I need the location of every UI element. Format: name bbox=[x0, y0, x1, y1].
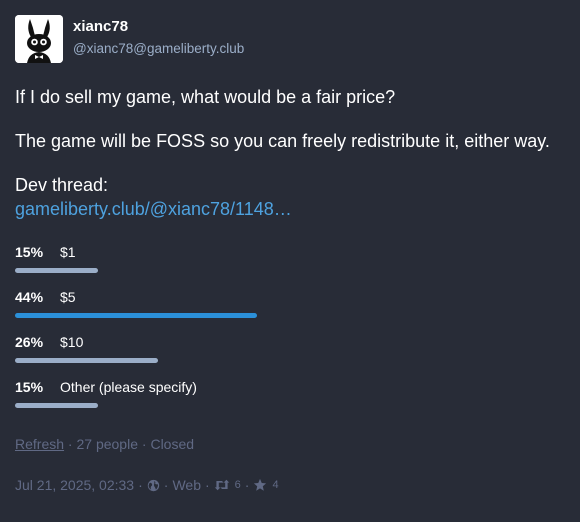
dev-thread-link[interactable]: gameliberty.club/@xianc78/1148… bbox=[15, 199, 292, 219]
account-handle[interactable]: @xianc78@gameliberty.club bbox=[73, 39, 244, 59]
favourite-count: 4 bbox=[272, 479, 279, 491]
status-meta: Jul 21, 2025, 02:33 · · Web · 6 · 4 bbox=[15, 475, 565, 495]
poll-option-bar bbox=[15, 403, 98, 408]
separator: · bbox=[205, 477, 210, 493]
rabbit-avatar-icon bbox=[15, 15, 63, 63]
status-header: xianc78 @xianc78@gameliberty.club bbox=[15, 15, 565, 63]
separator: · bbox=[67, 436, 73, 452]
dev-thread-label: Dev thread: bbox=[15, 175, 109, 195]
separator: · bbox=[141, 436, 147, 452]
separator: · bbox=[138, 477, 143, 493]
status-timestamp[interactable]: Jul 21, 2025, 02:33 bbox=[15, 475, 134, 495]
poll-option: 26% $10 bbox=[15, 332, 565, 377]
poll-option-bar bbox=[15, 313, 257, 318]
poll-option: 44% $5 bbox=[15, 287, 565, 332]
separator: · bbox=[244, 477, 250, 493]
author-names: xianc78 @xianc78@gameliberty.club bbox=[73, 15, 244, 59]
poll-option-label: Other (please specify) bbox=[60, 379, 197, 395]
poll: 15% $1 44% $5 26% $10 15% Other (please … bbox=[15, 242, 565, 454]
separator: · bbox=[163, 477, 169, 493]
content-paragraph-2: The game will be FOSS so you can freely … bbox=[15, 131, 550, 151]
display-name[interactable]: xianc78 bbox=[73, 16, 244, 38]
status-content: If I do sell my game, what would be a fa… bbox=[15, 85, 565, 221]
content-paragraph-3: Dev thread: gameliberty.club/@xianc78/11… bbox=[15, 173, 565, 221]
poll-voter-count: 27 people bbox=[76, 436, 138, 452]
poll-option-percent: 15% bbox=[15, 379, 44, 395]
poll-option-percent: 26% bbox=[15, 334, 44, 350]
content-paragraph-1: If I do sell my game, what would be a fa… bbox=[15, 87, 396, 107]
boost-icon[interactable] bbox=[214, 479, 230, 491]
star-icon[interactable] bbox=[253, 478, 267, 492]
poll-status: Closed bbox=[150, 436, 195, 452]
boost-count: 6 bbox=[234, 479, 241, 491]
status-post: xianc78 @xianc78@gameliberty.club If I d… bbox=[15, 15, 565, 495]
globe-icon bbox=[147, 479, 160, 492]
poll-option-bar bbox=[15, 268, 98, 273]
poll-option-bar bbox=[15, 358, 158, 363]
poll-option-label: $1 bbox=[60, 244, 76, 260]
poll-refresh-link[interactable]: Refresh bbox=[15, 436, 64, 452]
avatar[interactable] bbox=[15, 15, 63, 63]
poll-option-percent: 44% bbox=[15, 289, 44, 305]
poll-option-label: $10 bbox=[60, 334, 84, 350]
poll-option: 15% $1 bbox=[15, 242, 565, 287]
poll-option: 15% Other (please specify) bbox=[15, 377, 565, 422]
poll-option-percent: 15% bbox=[15, 244, 44, 260]
poll-option-label: $5 bbox=[60, 289, 76, 305]
poll-footer: Refresh · 27 people · Closed bbox=[15, 434, 565, 454]
application-name: Web bbox=[172, 477, 201, 493]
